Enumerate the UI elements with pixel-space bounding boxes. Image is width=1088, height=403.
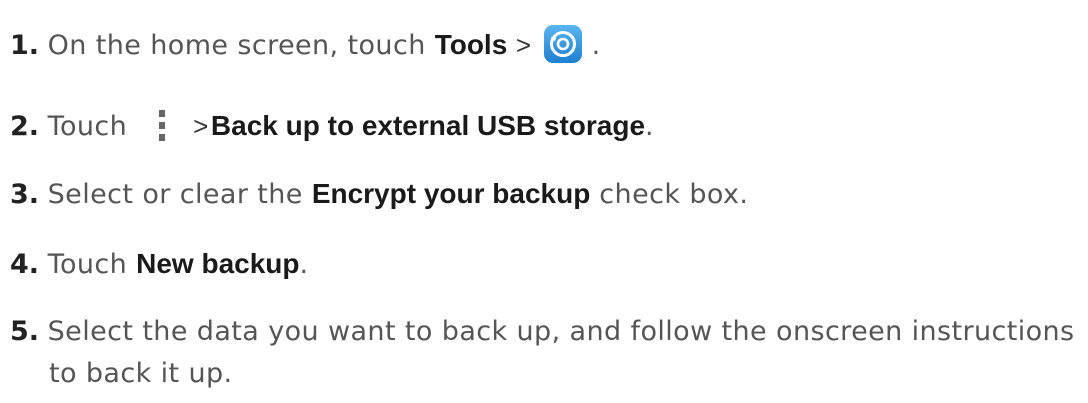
step-bold-text: Back up to external USB storage [210,110,646,141]
step-text-end: . [645,111,655,142]
step-text: Touch [47,249,137,280]
step-number: 5. [10,316,40,347]
step-number: 1. [10,30,40,61]
step-text: Select or clear the [47,179,312,210]
step-text: to back it up. [49,358,233,389]
step-bold-text: New backup [136,248,300,279]
step-3: 3. Select or clear the Encrypt your back… [10,176,748,213]
backup-app-icon [543,24,583,64]
step-text-end: . [591,30,601,61]
step-4: 4. Touch New backup. [10,246,309,283]
step-text-end: . [299,249,309,280]
step-2: 2. Touch > Back up to external USB stora… [10,108,654,145]
step-5-continuation: to back it up. [49,356,233,392]
step-bold-text: Tools [434,29,508,60]
step-bold-text: Encrypt your backup [311,178,591,209]
step-5: 5. Select the data you want to back up, … [10,314,1075,350]
step-text-end: check box. [590,179,749,210]
step-number: 2. [10,111,40,142]
separator: > [515,30,532,60]
more-options-icon [157,109,167,143]
step-number: 4. [10,249,40,280]
separator: > [193,111,209,141]
step-number: 3. [10,179,40,210]
step-text: Select the data you want to back up, and… [47,316,1075,347]
step-text: Touch [47,111,128,142]
step-1: 1. On the home screen, touch Tools > . [10,24,601,64]
step-text: On the home screen, touch [47,30,435,61]
